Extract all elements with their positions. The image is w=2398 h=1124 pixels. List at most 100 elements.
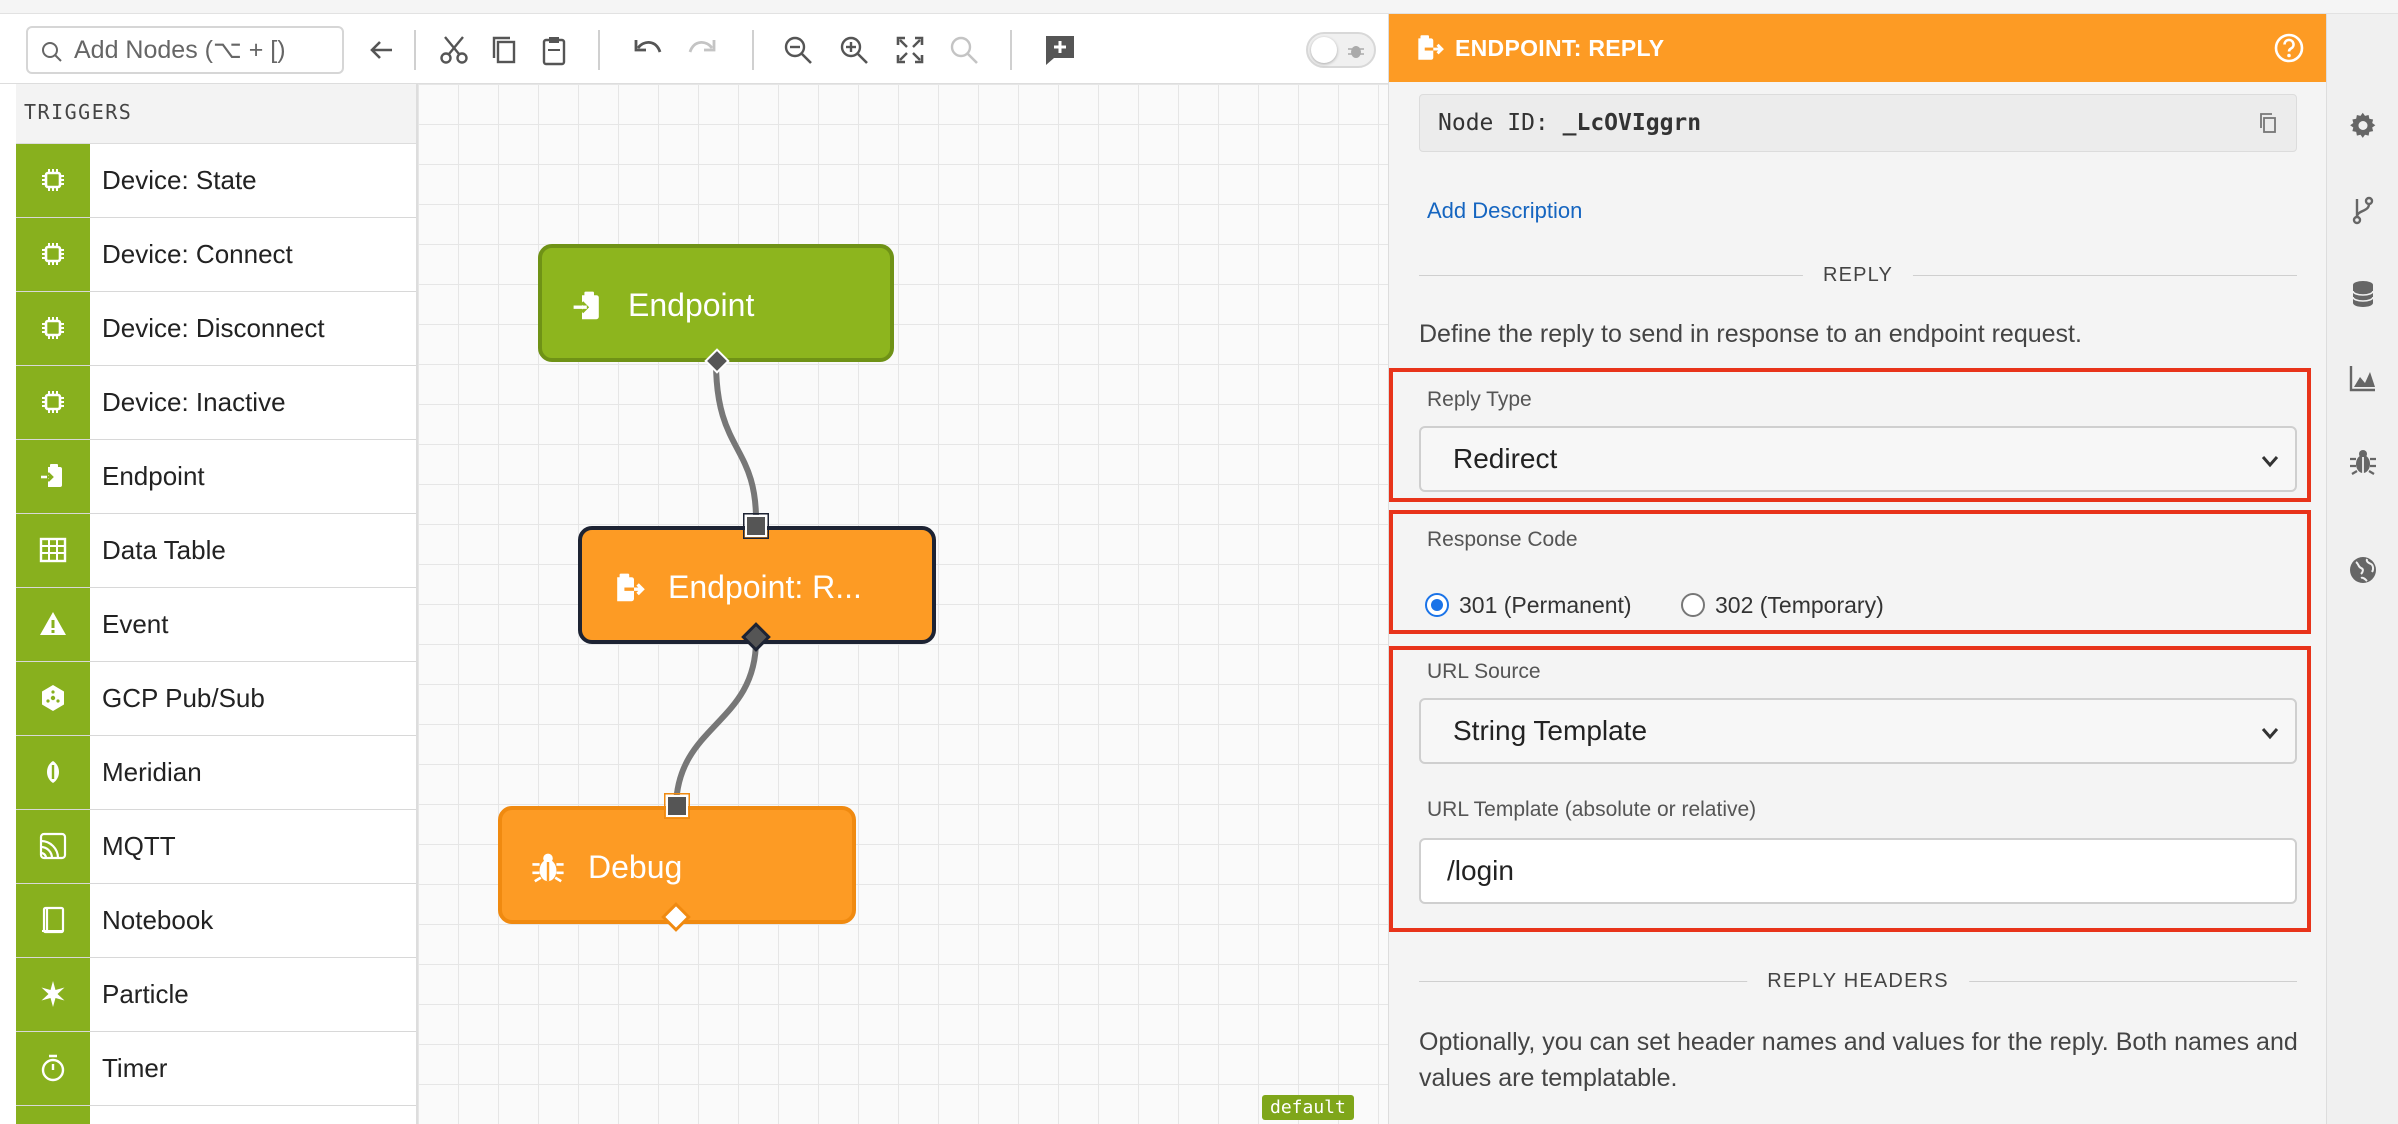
palette-item-mqtt[interactable]: MQTT xyxy=(16,810,416,884)
zoom-reset-icon[interactable] xyxy=(946,32,982,68)
environment-badge: default xyxy=(1262,1095,1354,1120)
palette-item-label: Timer xyxy=(102,1053,168,1083)
copy-icon[interactable] xyxy=(486,32,522,68)
particle-icon xyxy=(16,958,90,1031)
palette-item-particle[interactable]: Particle xyxy=(16,958,416,1032)
chip-icon xyxy=(16,292,90,365)
toggle-knob xyxy=(1311,37,1337,63)
palette-item-partial[interactable] xyxy=(16,1106,416,1124)
chevron-down-icon xyxy=(2261,728,2279,740)
node-id-value: _LcOVIggrn xyxy=(1562,110,1702,136)
add-comment-icon[interactable] xyxy=(1042,32,1078,68)
radio-label: 302 (Temporary) xyxy=(1715,592,1884,618)
palette-item-label: Meridian xyxy=(102,757,202,787)
workflow-canvas[interactable]: Endpoint Endpoint: R... Debug default xyxy=(418,84,1388,1124)
url-source-select[interactable]: String Template xyxy=(1419,698,2297,764)
input-value: /login xyxy=(1447,855,1514,886)
help-icon[interactable] xyxy=(2273,32,2305,64)
palette-item-label: Endpoint xyxy=(102,461,205,491)
branch-icon[interactable] xyxy=(2347,194,2379,226)
back-arrow-icon[interactable] xyxy=(364,32,400,68)
properties-panel: ENDPOINT: REPLY Node ID: _LcOVIggrn Add … xyxy=(1388,14,2326,1124)
radio-button-selected[interactable] xyxy=(1425,593,1449,617)
url-template-label: URL Template (absolute or relative) xyxy=(1427,798,1757,821)
palette-item-endpoint[interactable]: Endpoint xyxy=(16,440,416,514)
palette-item-label: Particle xyxy=(102,979,189,1009)
right-icon-rail xyxy=(2326,14,2398,1124)
radio-label: 301 (Permanent) xyxy=(1459,592,1632,618)
palette-item-label: Device: Connect xyxy=(102,239,293,269)
chip-icon xyxy=(16,366,90,439)
node-endpoint[interactable]: Endpoint xyxy=(538,244,894,362)
palette-item-event[interactable]: Event xyxy=(16,588,416,662)
fit-screen-icon[interactable] xyxy=(892,32,928,68)
palette-item-label: Device: State xyxy=(102,165,257,195)
palette-item-device-state[interactable]: Device: State xyxy=(16,144,416,218)
debug-toggle[interactable] xyxy=(1306,32,1376,68)
output-port[interactable] xyxy=(661,902,691,932)
input-port[interactable] xyxy=(664,793,690,819)
palette-item-label: Data Table xyxy=(102,535,226,565)
globe-icon[interactable] xyxy=(2347,554,2379,586)
gear-icon[interactable] xyxy=(2347,110,2379,142)
palette-item-timer[interactable]: Timer xyxy=(16,1032,416,1106)
reply-description: Define the reply to send in response to … xyxy=(1419,320,2082,348)
palette-item-label: Device: Disconnect xyxy=(102,313,325,343)
palette-item-label: Notebook xyxy=(102,905,214,935)
notebook-icon xyxy=(16,884,90,957)
url-template-input[interactable]: /login xyxy=(1419,838,2297,904)
node-palette: TRIGGERS Device: State Device: Connect D… xyxy=(16,84,418,1124)
add-nodes-search[interactable] xyxy=(26,26,344,74)
select-value: Redirect xyxy=(1453,443,1558,474)
redo-icon[interactable] xyxy=(684,32,720,68)
radio-button[interactable] xyxy=(1681,593,1705,617)
bug-icon xyxy=(532,853,564,883)
copy-icon[interactable] xyxy=(2256,111,2280,135)
palette-item-gcp-pubsub[interactable]: GCP Pub/Sub xyxy=(16,662,416,736)
paste-icon[interactable] xyxy=(536,32,572,68)
endpoint-reply-icon xyxy=(617,573,645,602)
palette-item-meridian[interactable]: Meridian xyxy=(16,736,416,810)
search-icon xyxy=(42,42,62,62)
palette-item-label: Event xyxy=(102,609,169,639)
palette-item-data-table[interactable]: Data Table xyxy=(16,514,416,588)
add-description-link[interactable]: Add Description xyxy=(1427,198,1582,224)
endpoint-icon xyxy=(16,440,90,513)
palette-item-device-disconnect[interactable]: Device: Disconnect xyxy=(16,292,416,366)
output-port[interactable] xyxy=(741,622,771,652)
chip-icon xyxy=(16,1106,90,1124)
input-port[interactable] xyxy=(743,513,769,539)
endpoint-icon xyxy=(573,291,599,320)
toolbar-separator xyxy=(598,30,600,70)
panel-header: ENDPOINT: REPLY xyxy=(1389,14,2326,82)
search-input[interactable] xyxy=(74,34,334,66)
bug-icon xyxy=(1348,46,1364,58)
cut-icon[interactable] xyxy=(436,32,472,68)
bug-icon[interactable] xyxy=(2347,446,2379,478)
top-strip xyxy=(0,0,2398,14)
palette-item-device-inactive[interactable]: Device: Inactive xyxy=(16,366,416,440)
gcp-icon xyxy=(16,662,90,735)
reply-type-label: Reply Type xyxy=(1427,388,1532,411)
section-title: REPLY HEADERS xyxy=(1747,966,1969,996)
timer-icon xyxy=(16,1032,90,1105)
panel-title: ENDPOINT: REPLY xyxy=(1455,35,1665,61)
palette-item-notebook[interactable]: Notebook xyxy=(16,884,416,958)
node-id-box: Node ID: _LcOVIggrn xyxy=(1419,94,2297,152)
database-icon[interactable] xyxy=(2347,278,2379,310)
app-root: TRIGGERS Device: State Device: Connect D… xyxy=(0,0,2398,1124)
palette-item-label: MQTT xyxy=(102,831,176,861)
chip-icon xyxy=(16,218,90,291)
chart-icon[interactable] xyxy=(2347,362,2379,394)
zoom-in-icon[interactable] xyxy=(836,32,872,68)
response-code-label: Response Code xyxy=(1427,528,1578,551)
toolbar-separator xyxy=(1010,30,1012,70)
palette-item-device-connect[interactable]: Device: Connect xyxy=(16,218,416,292)
section-divider-reply: REPLY xyxy=(1419,260,2297,290)
zoom-out-icon[interactable] xyxy=(780,32,816,68)
reply-type-select[interactable]: Redirect xyxy=(1419,426,2297,492)
toolbar-separator xyxy=(414,30,416,70)
undo-icon[interactable] xyxy=(630,32,666,68)
output-port[interactable] xyxy=(704,348,730,374)
node-id-label: Node ID: xyxy=(1438,110,1549,136)
